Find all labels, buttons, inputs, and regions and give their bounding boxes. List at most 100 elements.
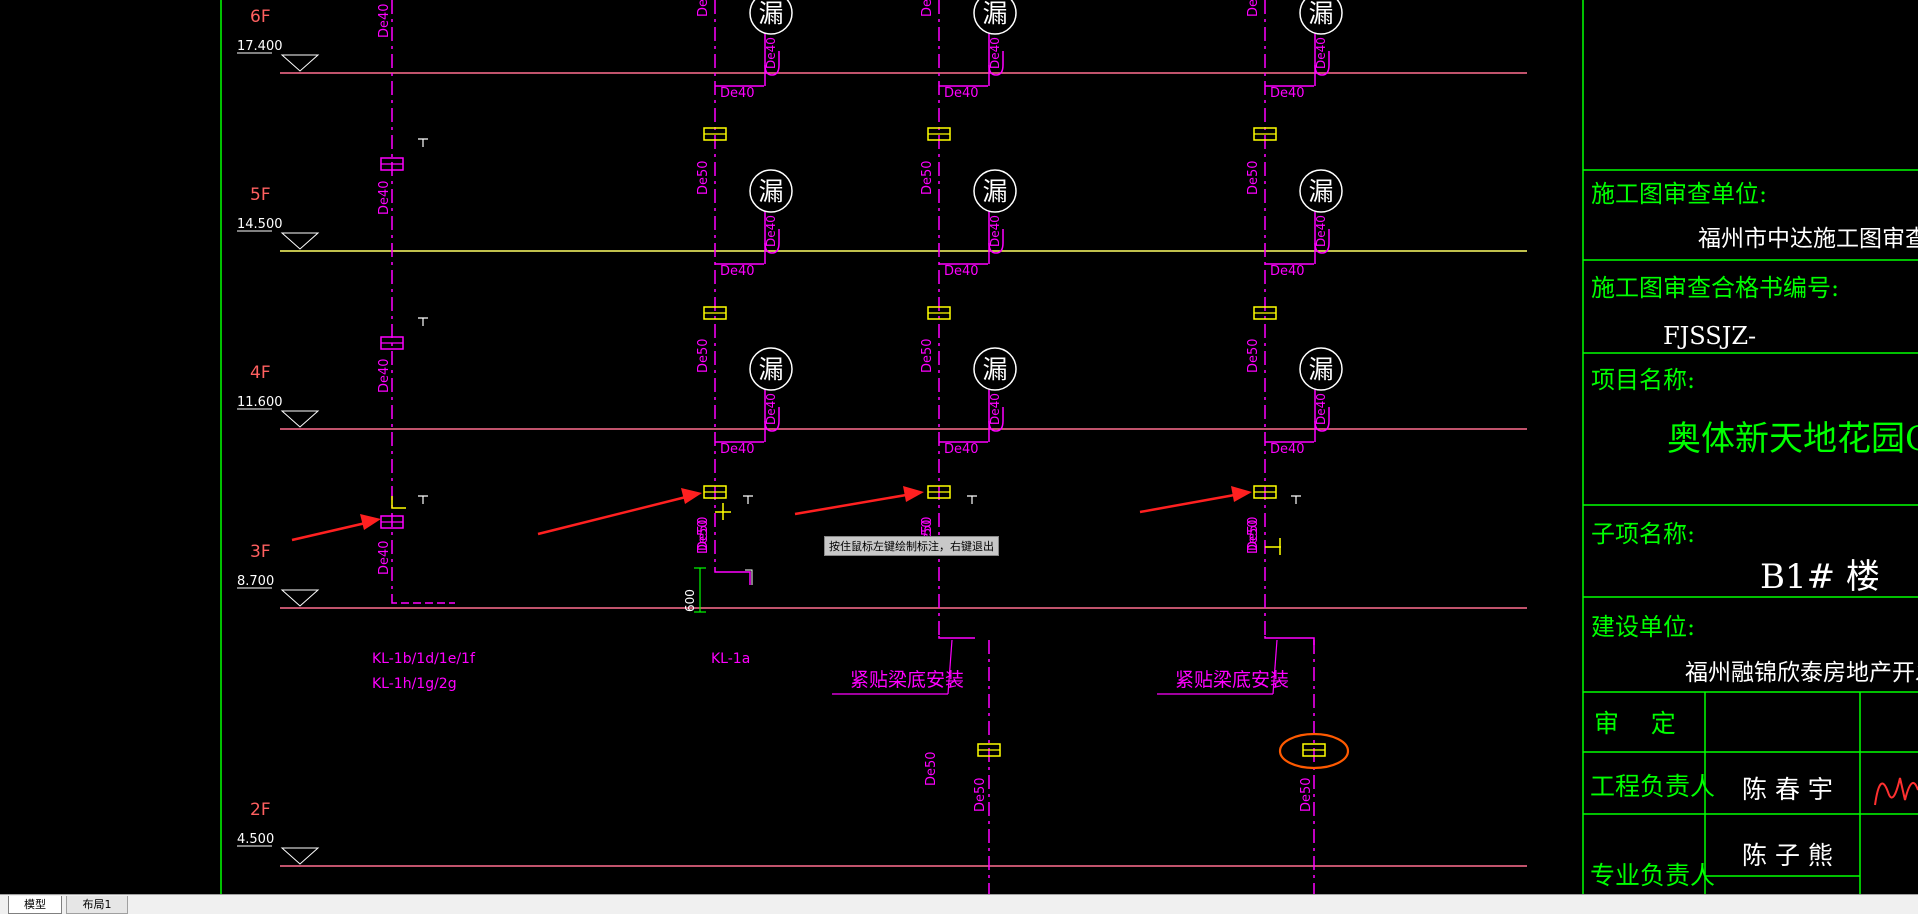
- pipe-label-horizontal: De40: [944, 264, 979, 279]
- red-arrow: [794, 486, 924, 516]
- pipe-label-horizontal: De40: [720, 86, 755, 101]
- leak-symbol-text: 漏: [758, 0, 783, 28]
- client-label: 建设单位:: [1591, 613, 1695, 641]
- leak-symbol-text: 漏: [982, 355, 1007, 384]
- cert-number-value: FJSSJZ-: [1663, 322, 1756, 350]
- pipe-label-trap: De40: [1314, 215, 1328, 247]
- floor-marker-2f: 2F 4.500: [237, 800, 320, 865]
- floor-label: 3F: [250, 542, 271, 562]
- pipe-label-riser: De50: [920, 338, 935, 373]
- branch-pipes: [715, 33, 1330, 443]
- dimension-text: 600: [683, 589, 697, 612]
- pipe-label-riser: De50: [696, 338, 711, 373]
- pipe-label-trap: De40: [764, 393, 778, 425]
- pipe-label-horizontal: De40: [720, 264, 755, 279]
- pipe-label-horizontal: De40: [944, 442, 979, 457]
- pipe-label-riser: De50: [920, 0, 935, 17]
- pipe-label-riser: De50: [1246, 338, 1261, 373]
- elevation-label: 14.500: [237, 217, 283, 232]
- elevation-label: 17.400: [237, 39, 283, 54]
- leak-symbol-text: 漏: [982, 0, 1007, 28]
- review-unit-value: 福州市中达施工图审查事务所: [1698, 226, 1918, 252]
- title-block: 施工图审查单位: 福州市中达施工图审查事务所 施工图审查合格书编号: FJSSJ…: [1583, 169, 1918, 894]
- elevation-label: 11.600: [237, 395, 283, 410]
- pipe-label-left: De40: [377, 180, 392, 215]
- pipe-label-trap: De40: [988, 393, 1002, 425]
- floor-label: 5F: [250, 185, 271, 205]
- riser-pipes: [391, 0, 1315, 894]
- specialist-label: 专业负责人: [1590, 861, 1715, 890]
- beam-label-left-1: KL-1b/1d/1e/1f: [372, 651, 476, 667]
- approval-label: 审 定: [1594, 709, 1676, 738]
- red-arrow: [291, 514, 381, 542]
- pipe-label-trap: De40: [1314, 393, 1328, 425]
- signature: [1874, 777, 1918, 806]
- drawing-svg[interactable]: 6F 17.400 5F 14.500 4F 11.600 3F 8.700 2…: [0, 0, 1918, 894]
- layout-tab-bar: 模型 布局1: [0, 894, 1918, 914]
- floor-marker-4f: 4F 11.600: [237, 363, 320, 428]
- command-tooltip: 按住鼠标左键绘制标注，右键退出: [824, 536, 999, 556]
- pipe-label-trap: De40: [988, 215, 1002, 247]
- leak-symbol-text: 漏: [1308, 0, 1333, 28]
- tab-model[interactable]: 模型: [8, 896, 62, 914]
- pipe-label-riser: De50: [1246, 160, 1261, 195]
- pipe-label-trap: De40: [1314, 37, 1328, 69]
- pipe-label-left: De40: [377, 3, 392, 38]
- floor-marker-5f: 5F 14.500: [237, 185, 320, 250]
- pipe-fixtures: [380, 127, 1326, 757]
- red-arrow: [1139, 486, 1252, 514]
- pipe-label-drain: De50: [924, 751, 939, 786]
- pipe-label-trap: De40: [764, 215, 778, 247]
- cert-number-label: 施工图审查合格书编号:: [1591, 274, 1839, 302]
- pipe-label-drain: De50: [1299, 777, 1314, 812]
- floor-label: 6F: [250, 7, 271, 27]
- fixture-box: [380, 336, 404, 350]
- dimension-600: 600: [683, 567, 753, 613]
- pipe-label-riser: De50: [696, 0, 711, 17]
- pipe-label-riser: De50: [696, 160, 711, 195]
- pipe-label-left: De40: [377, 540, 392, 575]
- project-name-label: 项目名称:: [1591, 366, 1695, 394]
- tab-layout1[interactable]: 布局1: [66, 896, 128, 914]
- engineer-value: 陈 春 宇: [1742, 775, 1833, 804]
- leak-symbol-text: 漏: [758, 177, 783, 206]
- review-unit-label: 施工图审查单位:: [1591, 180, 1767, 208]
- sub-item-label: 子项名称:: [1591, 520, 1695, 548]
- pipe-label-left: De40: [377, 358, 392, 393]
- pipe-label-horizontal: De40: [1270, 86, 1305, 101]
- cad-drawing-canvas[interactable]: 6F 17.400 5F 14.500 4F 11.600 3F 8.700 2…: [0, 0, 1918, 894]
- elevation-label: 4.500: [237, 832, 274, 847]
- leak-symbol-text: 漏: [1308, 177, 1333, 206]
- pipe-label-horizontal: De40: [944, 86, 979, 101]
- floor-label: 4F: [250, 363, 271, 383]
- elevation-label: 8.700: [237, 574, 274, 589]
- pipe-label-horizontal: De40: [1270, 442, 1305, 457]
- leak-symbol-text: 漏: [1308, 355, 1333, 384]
- annotation-arrows: [291, 486, 1252, 542]
- pipe-label-riser: De50: [920, 160, 935, 195]
- pipe-label-drain: De50: [973, 777, 988, 812]
- pipe-label-horizontal: De40: [720, 442, 755, 457]
- beam-labels: KL-1b/1d/1e/1f KL-1h/1g/2g KL-1a 紧贴梁底安装 …: [372, 639, 1289, 695]
- red-arrow: [537, 488, 702, 536]
- pipe-label-trap: De40: [764, 37, 778, 69]
- pipe-label-horizontal: De40: [1270, 264, 1305, 279]
- pipe-label-trap: De40: [988, 37, 1002, 69]
- under-beam-note-2: 紧贴梁底安装: [1175, 669, 1289, 691]
- client-value: 福州融锦欣泰房地产开发有限公: [1685, 660, 1918, 686]
- pipe-label-riser: De50: [1246, 0, 1261, 17]
- beam-label-left-2: KL-1h/1g/2g: [372, 676, 457, 692]
- engineer-label: 工程负责人: [1590, 772, 1715, 801]
- floor-marker-6f: 6F 17.400: [237, 7, 320, 72]
- leak-symbol-text: 漏: [982, 177, 1007, 206]
- floor-labels: 6F 17.400 5F 14.500 4F 11.600 3F 8.700 2…: [237, 7, 320, 865]
- leak-symbol-text: 漏: [758, 355, 783, 384]
- specialist-value: 陈 子 熊: [1742, 841, 1833, 870]
- pipe-label-riser: De50: [696, 519, 711, 554]
- sub-item-value: B1# 楼: [1760, 557, 1880, 597]
- floor-marker-3f: 3F 8.700: [237, 542, 320, 607]
- pipe-label-riser: De50: [1246, 519, 1261, 554]
- under-beam-note-1: 紧贴梁底安装: [850, 669, 964, 691]
- floor-label: 2F: [250, 800, 271, 820]
- t-markers: [418, 138, 1301, 504]
